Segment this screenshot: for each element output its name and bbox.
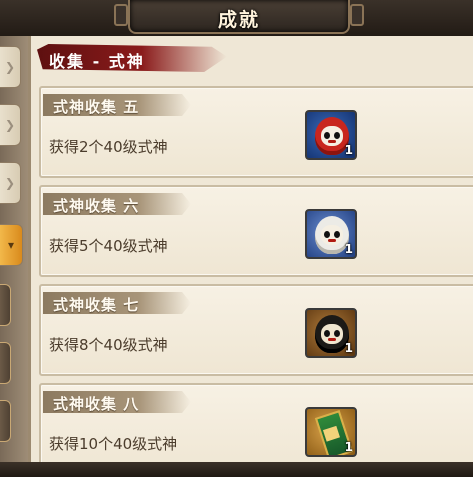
achievement-panel: 收集 - 式神 式神收集 五 获得2个40级式神 1 式神收集 六 获得5个40… [28, 36, 473, 475]
title-plate: 成就 [114, 0, 364, 34]
reward-slot[interactable]: 1 [305, 308, 357, 358]
achievement-title: 式神收集 六 [53, 197, 140, 215]
reward-quantity: 1 [344, 242, 353, 256]
card-title-tag: 式神收集 七 [43, 292, 191, 314]
chevron-right-icon: ❯ [4, 60, 16, 74]
tab-subcategory-2[interactable] [0, 342, 11, 384]
achievement-description: 获得2个40级式神 [49, 138, 168, 156]
achievement-description: 获得8个40级式神 [49, 336, 168, 354]
reward-quantity: 1 [344, 143, 353, 157]
achievement-description: 获得10个40级式神 [49, 435, 178, 453]
card-title-tag: 式神收集 八 [43, 391, 191, 413]
chevron-right-icon: ❯ [4, 118, 16, 132]
reward-slot[interactable]: 1 [305, 110, 357, 160]
tab-subcategory-3[interactable] [0, 400, 11, 442]
page-title: 成就 [217, 9, 260, 31]
achievement-description: 获得5个40级式神 [49, 237, 168, 255]
achievement-card[interactable]: 式神收集 六 获得5个40级式神 1 [39, 185, 473, 277]
tab-category-3[interactable]: ❯ [0, 162, 21, 204]
tab-subcategory-1[interactable] [0, 284, 11, 326]
achievement-title: 式神收集 五 [53, 98, 140, 116]
header-bar: 成就 [0, 0, 473, 36]
chevron-down-icon: ▾ [7, 238, 15, 252]
reward-quantity: 1 [344, 440, 353, 454]
section-title: 收集 - 式神 [49, 52, 145, 71]
tab-category-1[interactable]: ❯ [0, 46, 21, 88]
tab-category-active[interactable]: ▾ [0, 224, 23, 266]
bottom-frame [0, 462, 473, 477]
card-title-tag: 式神收集 六 [43, 193, 191, 215]
achievement-card[interactable]: 式神收集 七 获得8个40级式神 1 [39, 284, 473, 376]
reward-quantity: 1 [344, 341, 353, 355]
chevron-right-icon: ❯ [4, 176, 16, 190]
tab-category-2[interactable]: ❯ [0, 104, 21, 146]
card-title-tag: 式神收集 五 [43, 94, 191, 116]
achievement-title: 式神收集 七 [53, 296, 140, 314]
achievement-card[interactable]: 式神收集 五 获得2个40级式神 1 [39, 86, 473, 178]
achievement-title: 式神收集 八 [53, 395, 140, 413]
reward-slot[interactable]: 1 [305, 209, 357, 259]
section-banner: 收集 - 式神 [37, 44, 227, 72]
category-tabs: ❯ ❯ ❯ ▾ [0, 36, 28, 477]
reward-slot[interactable]: 1 [305, 407, 357, 457]
